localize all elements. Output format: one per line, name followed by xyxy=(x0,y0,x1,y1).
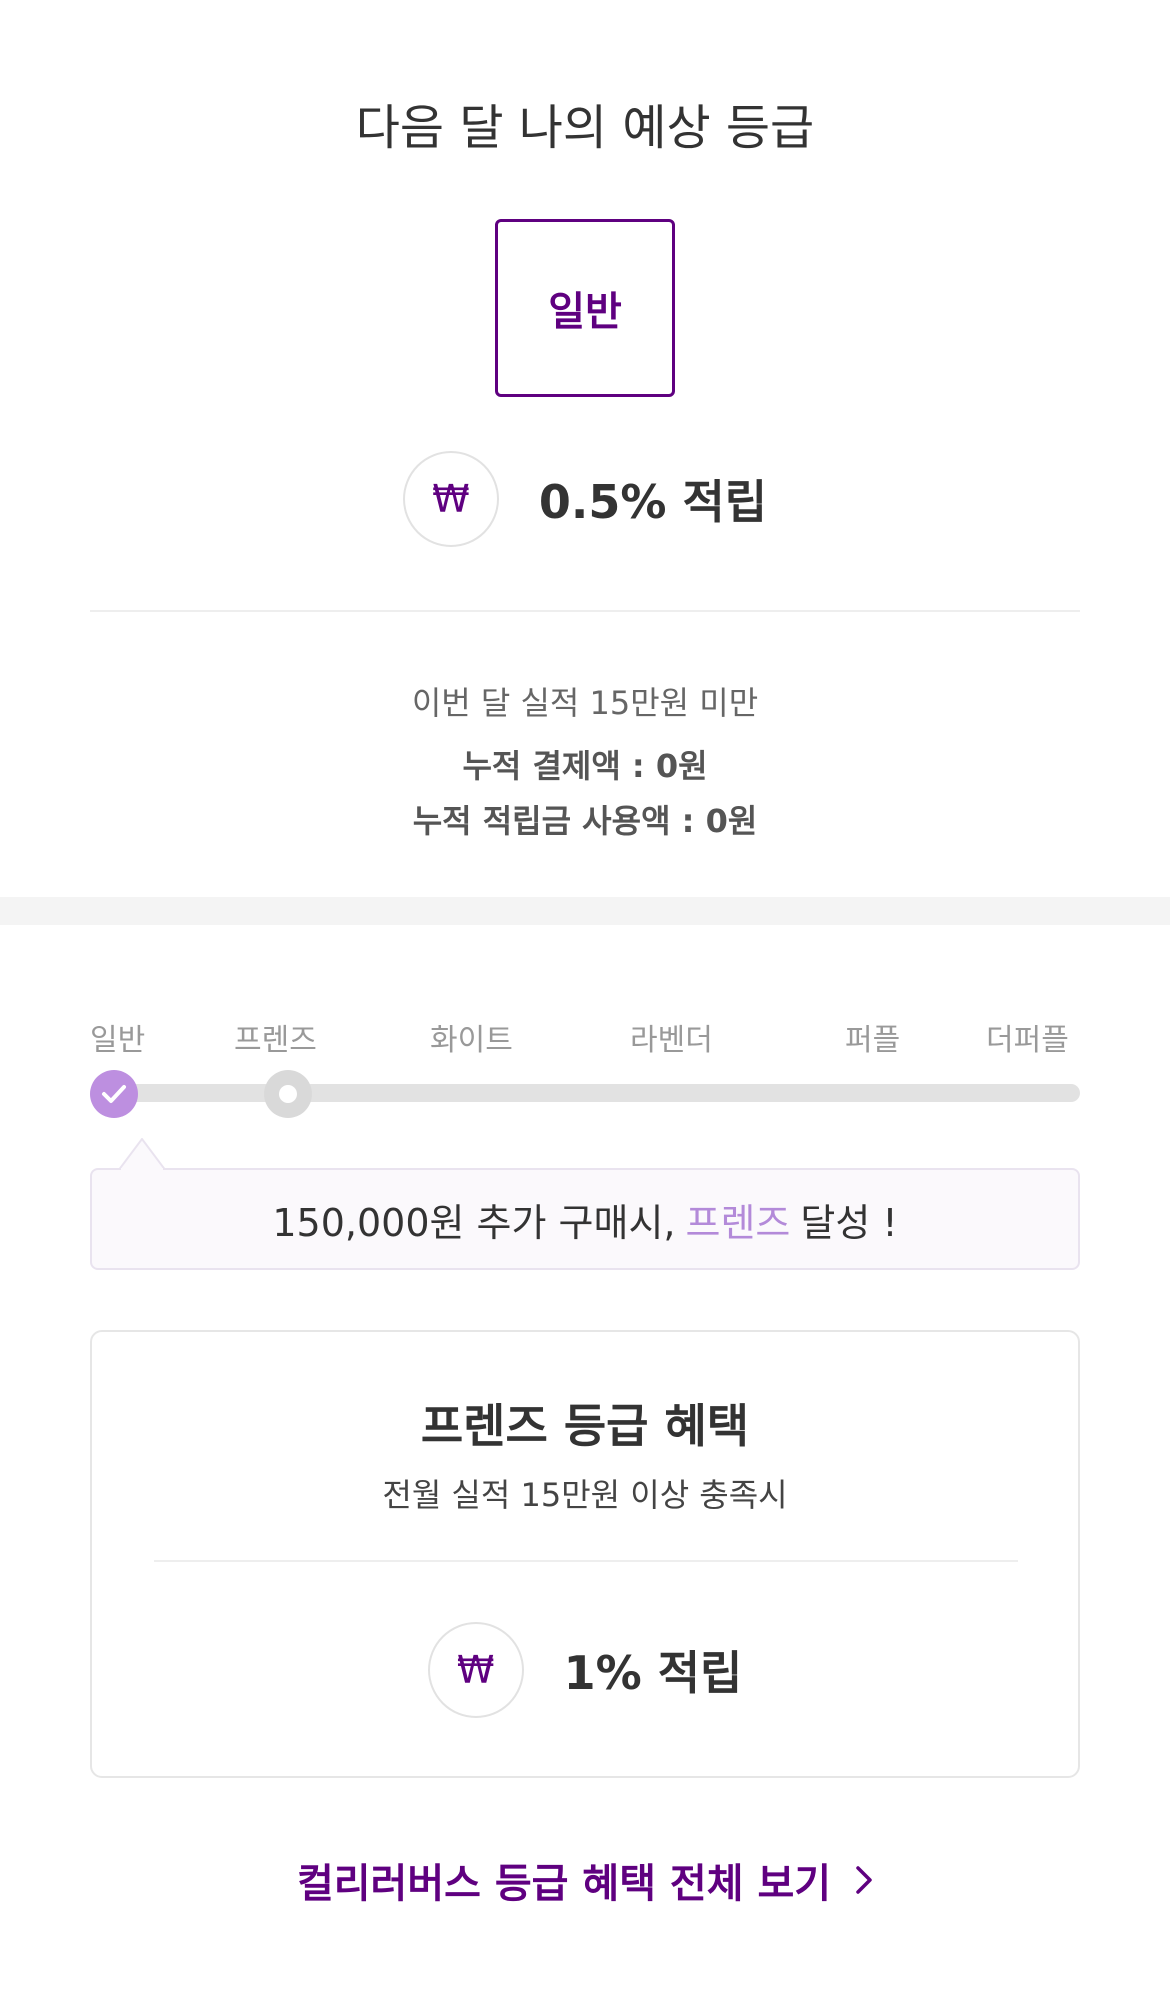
message-suffix: 달성 ! xyxy=(800,1200,898,1245)
chevron-right-icon xyxy=(855,1865,873,1895)
message-tier-highlight: 프렌즈 xyxy=(685,1200,791,1245)
view-all-benefits-label: 컬리러버스 등급 혜택 전체 보기 xyxy=(296,1861,832,1907)
accumulated-points-used-text: 누적 적립금 사용액 : 0원 xyxy=(412,802,758,840)
current-tier-check-icon xyxy=(90,1070,138,1118)
page-title: 다음 달 나의 예상 등급 xyxy=(355,100,815,156)
bubble-seam xyxy=(121,1168,163,1171)
expected-grade-label: 일반 xyxy=(548,289,622,335)
tier-label-일반: 일반 xyxy=(90,1023,146,1058)
tier-label-프렌즈: 프렌즈 xyxy=(234,1023,317,1058)
next-tier-benefit-card: 프렌즈 등급 혜택 전월 실적 15만원 이상 충족시 ₩ 1% 적립 xyxy=(90,1330,1080,1778)
benefit-divider xyxy=(154,1560,1018,1562)
tier-label-화이트: 화이트 xyxy=(430,1023,513,1058)
won-icon: ₩ xyxy=(402,451,499,547)
bubble-tail xyxy=(118,1138,166,1171)
benefit-condition: 전월 실적 15만원 이상 충족시 xyxy=(382,1476,788,1514)
expected-reward-row: ₩ 0.5% 적립 xyxy=(0,451,1170,547)
next-tier-marker xyxy=(264,1070,312,1118)
view-all-benefits-link[interactable]: 컬리러버스 등급 혜택 전체 보기 xyxy=(0,1850,1170,1910)
tier-label-라벤더: 라벤더 xyxy=(630,1023,713,1058)
section-separator xyxy=(0,897,1170,925)
won-symbol: ₩ xyxy=(432,477,470,521)
message-prefix: 150,000원 추가 구매시, xyxy=(272,1200,676,1245)
won-symbol: ₩ xyxy=(456,1648,495,1692)
next-tier-message: 150,000원 추가 구매시, 프렌즈 달성 ! xyxy=(90,1168,1080,1270)
tier-label-퍼플: 퍼플 xyxy=(845,1023,901,1058)
won-icon: ₩ xyxy=(427,1622,524,1718)
grade-progress-track xyxy=(90,1084,1080,1102)
benefit-title: 프렌즈 등급 혜택 xyxy=(420,1399,750,1453)
summary-divider xyxy=(90,610,1080,612)
monthly-performance-text: 이번 달 실적 15만원 미만 xyxy=(411,684,759,722)
accumulated-payment-text: 누적 결제액 : 0원 xyxy=(462,747,708,785)
benefit-reward-text: 1% 적립 xyxy=(563,1646,743,1700)
expected-grade-badge: 일반 xyxy=(495,219,675,397)
benefit-reward-row: ₩ 1% 적립 xyxy=(92,1622,1078,1718)
expected-reward-text: 0.5% 적립 xyxy=(538,475,768,529)
tier-label-더퍼플: 더퍼플 xyxy=(986,1023,1069,1058)
grade-page: 다음 달 나의 예상 등급 일반 ₩ 0.5% 적립 이번 달 실적 15만원 … xyxy=(0,0,1170,1997)
